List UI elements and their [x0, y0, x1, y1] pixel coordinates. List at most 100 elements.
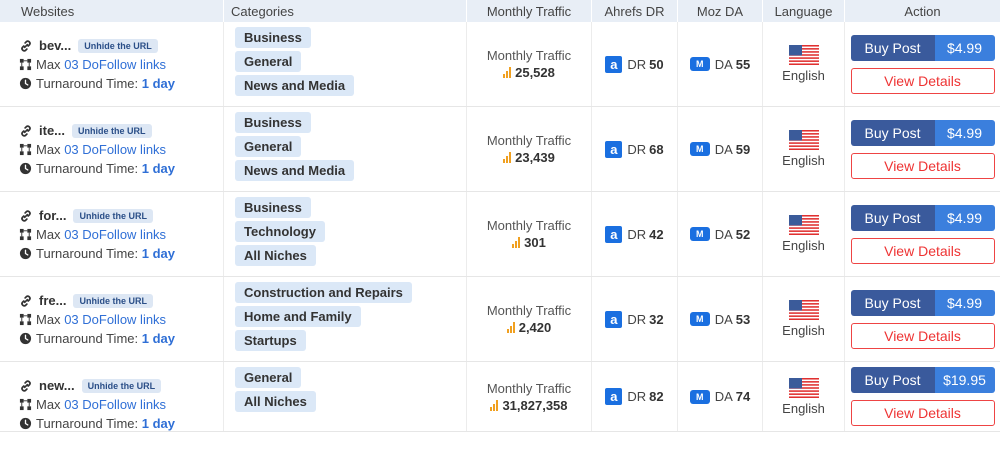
category-tag: News and Media: [235, 160, 355, 181]
turnaround-value: 1 day: [141, 331, 175, 346]
turnaround-label: Turnaround Time:: [36, 161, 139, 176]
site-name[interactable]: bev...: [39, 38, 71, 53]
traffic-value: 23,439: [515, 150, 555, 165]
action-cell: Buy Post $4.99 View Details: [845, 107, 1000, 191]
traffic-cell: Monthly Traffic 23,439: [467, 107, 592, 191]
ahrefs-icon: a: [605, 140, 623, 158]
da-value: 74: [735, 389, 751, 404]
buy-post-button[interactable]: Buy Post $4.99: [850, 119, 995, 146]
turnaround-label: Turnaround Time:: [36, 331, 139, 346]
category-tag: Business: [235, 197, 311, 218]
traffic-label: Monthly Traffic: [486, 380, 572, 396]
moz-da-cell: M DA 74: [678, 362, 763, 431]
da-label: DA: [714, 56, 733, 72]
site-name[interactable]: for...: [39, 208, 66, 223]
turnaround-value: 1 day: [141, 246, 175, 261]
link-icon: [21, 379, 31, 392]
traffic-value: 25,528: [515, 65, 555, 80]
traffic-cell: Monthly Traffic 301: [467, 192, 592, 276]
moz-icon: M: [689, 227, 710, 241]
us-flag-icon: [788, 45, 819, 65]
max-label: Max: [36, 57, 61, 72]
ahrefs-dr-cell: a DR 68: [592, 107, 678, 191]
buy-post-price: $4.99: [934, 119, 995, 146]
da-label: DA: [714, 226, 733, 242]
language-value: English: [782, 68, 825, 83]
unhide-url-button[interactable]: Unhide the URL: [73, 293, 153, 308]
us-flag-icon: [788, 215, 819, 235]
unhide-url-button[interactable]: Unhide the URL: [78, 38, 158, 53]
header-language[interactable]: Language: [763, 0, 845, 22]
clock-icon: [19, 332, 32, 345]
website-cell: for... Unhide the URL Max 03 DoFollow link…: [0, 192, 224, 276]
max-label: Max: [36, 312, 61, 327]
nodes-icon: [19, 313, 32, 326]
buy-post-button[interactable]: Buy Post $4.99: [850, 204, 995, 231]
turnaround-label: Turnaround Time:: [36, 416, 139, 431]
header-websites[interactable]: Websites: [0, 0, 224, 22]
link-icon: [21, 124, 31, 137]
view-details-button[interactable]: View Details: [850, 400, 995, 426]
dr-label: DR: [627, 311, 647, 327]
clock-icon: [19, 162, 32, 175]
clock-icon: [19, 247, 32, 260]
unhide-url-button[interactable]: Unhide the URL: [72, 123, 152, 138]
unhide-url-button[interactable]: Unhide the URL: [81, 378, 162, 393]
dr-label: DR: [627, 226, 647, 242]
moz-icon: M: [689, 389, 710, 404]
traffic-value: 31,827,358: [502, 397, 568, 413]
moz-da-cell: M DA 52: [678, 192, 763, 276]
buy-post-label: Buy Post: [850, 119, 935, 146]
traffic-cell: Monthly Traffic 2,420: [467, 277, 592, 361]
website-cell: new... Unhide the URL Max 03 DoFollow link…: [0, 362, 224, 431]
header-action: Action: [904, 3, 941, 19]
traffic-bars-icon: [512, 237, 521, 248]
header-ahrefs[interactable]: Ahrefs DR: [592, 0, 678, 22]
category-tag: Startups: [235, 330, 306, 351]
site-name[interactable]: fre...: [39, 293, 66, 308]
buy-post-button[interactable]: Buy Post $4.99: [850, 289, 995, 316]
website-cell: fre... Unhide the URL Max 03 DoFollow link…: [0, 277, 224, 361]
category-tag: General: [235, 367, 302, 388]
dofollow-links: 03 DoFollow links: [64, 142, 167, 157]
turnaround-value: 1 day: [141, 76, 175, 91]
dr-value: 50: [649, 56, 664, 72]
moz-icon: M: [689, 142, 710, 156]
language-value: English: [782, 400, 825, 416]
site-name[interactable]: new...: [39, 378, 75, 393]
view-details-button[interactable]: View Details: [850, 322, 995, 349]
language-value: English: [782, 323, 825, 338]
buy-post-label: Buy Post: [850, 367, 935, 393]
dofollow-links: 03 DoFollow links: [64, 227, 167, 242]
da-label: DA: [714, 141, 733, 157]
buy-post-label: Buy Post: [850, 34, 935, 61]
nodes-icon: [19, 58, 32, 71]
turnaround-label: Turnaround Time:: [36, 76, 139, 91]
header-moz[interactable]: Moz DA: [678, 0, 763, 22]
category-tag: News and Media: [235, 75, 355, 96]
unhide-url-button[interactable]: Unhide the URL: [73, 208, 153, 223]
max-label: Max: [36, 397, 61, 412]
category-tag: Construction and Repairs: [235, 282, 412, 303]
buy-post-button[interactable]: Buy Post $4.99: [850, 34, 995, 61]
view-details-button[interactable]: View Details: [850, 237, 995, 264]
language-cell: English: [763, 22, 845, 106]
site-name[interactable]: ite...: [39, 123, 65, 138]
dofollow-links: 03 DoFollow links: [64, 57, 167, 72]
buy-post-price: $4.99: [934, 289, 995, 316]
buy-post-button[interactable]: Buy Post $19.95: [850, 367, 995, 393]
traffic-label: Monthly Traffic: [486, 218, 572, 233]
dr-label: DR: [627, 56, 647, 72]
link-icon: [21, 39, 31, 52]
ahrefs-dr-cell: a DR 50: [592, 22, 678, 106]
header-traffic[interactable]: Monthly Traffic: [467, 0, 592, 22]
traffic-label: Monthly Traffic: [486, 133, 572, 148]
action-cell: Buy Post $4.99 View Details: [845, 277, 1000, 361]
view-details-button[interactable]: View Details: [850, 152, 995, 179]
dr-value: 68: [649, 141, 664, 157]
traffic-cell: Monthly Traffic 31,827,358: [467, 362, 592, 431]
traffic-cell: Monthly Traffic 25,528: [467, 22, 592, 106]
view-details-button[interactable]: View Details: [850, 67, 995, 94]
action-cell: Buy Post $19.95 View Details: [845, 362, 1000, 431]
header-categories[interactable]: Categories: [224, 0, 467, 22]
